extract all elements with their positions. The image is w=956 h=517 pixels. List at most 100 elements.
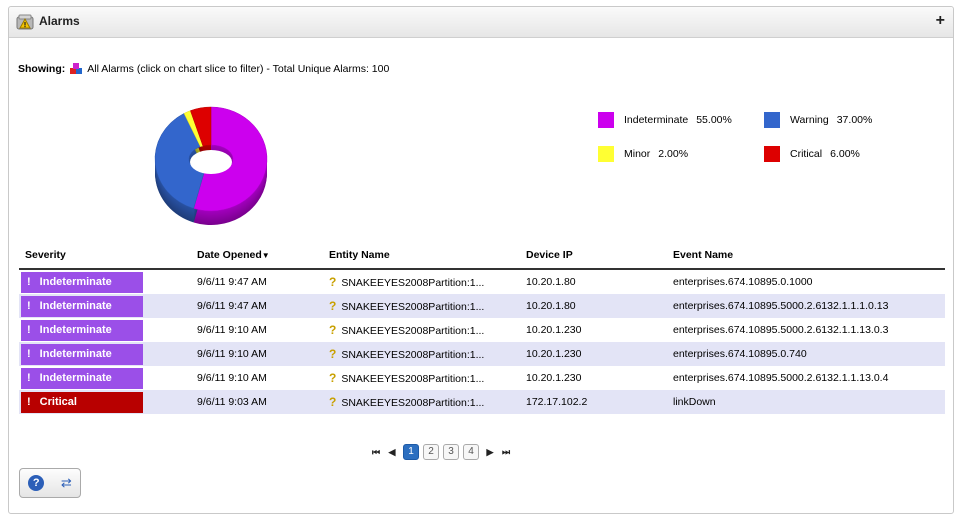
unknown-status-icon: ? xyxy=(329,323,337,337)
legend-label: Warning xyxy=(790,114,829,126)
alert-icon: ! xyxy=(27,300,31,312)
last-page-icon[interactable]: ⏭ xyxy=(501,447,511,458)
column-header-device-ip[interactable]: Device IP xyxy=(520,242,667,270)
alarms-table: Severity Date Opened▼ Entity Name Device… xyxy=(19,242,945,414)
severity-cell: ! Indeterminate xyxy=(19,269,191,294)
device-ip-cell: 10.20.1.230 xyxy=(526,372,582,384)
legend-percent: 55.00% xyxy=(696,114,732,126)
severity-badge: ! Indeterminate xyxy=(21,343,143,365)
alarm-summary: Showing: All Alarms (click on chart slic… xyxy=(18,63,389,75)
severity-donut-chart[interactable] xyxy=(141,95,281,235)
severity-cell: ! Critical xyxy=(19,390,191,414)
swap-arrows-icon[interactable]: ⇄ xyxy=(61,475,72,491)
table-header-row: Severity Date Opened▼ Entity Name Device… xyxy=(19,242,945,270)
column-header-event-name[interactable]: Event Name xyxy=(667,242,945,270)
date-opened-cell: 9/6/11 9:47 AM xyxy=(197,276,267,288)
severity-badge: ! Indeterminate xyxy=(21,319,143,341)
event-name-cell: enterprises.674.10895.0.740 xyxy=(667,342,945,366)
cubes-icon xyxy=(70,63,83,74)
bottom-toolbar: ? ⇄ xyxy=(19,468,81,498)
severity-cell: ! Indeterminate xyxy=(19,366,191,390)
event-name-cell: linkDown xyxy=(667,390,945,414)
alert-icon: ! xyxy=(27,276,31,288)
first-page-icon[interactable]: ⏮ xyxy=(371,447,381,458)
entity-name-cell: ? SNAKEEYES2008Partition:1... xyxy=(323,318,520,342)
entity-name-cell: ? SNAKEEYES2008Partition:1... xyxy=(323,269,520,294)
legend-item-critical[interactable]: Critical 6.00% xyxy=(764,146,860,162)
legend-item-indeterminate[interactable]: Indeterminate 55.00% xyxy=(598,112,732,128)
entity-name-cell: ? SNAKEEYES2008Partition:1... xyxy=(323,366,520,390)
table-row[interactable]: ! Indeterminate 9/6/11 9:10 AM? SNAKEEYES20… xyxy=(19,342,945,366)
date-opened-cell: 9/6/11 9:03 AM xyxy=(191,390,323,414)
column-header-severity[interactable]: Severity xyxy=(19,242,191,270)
device-ip-cell: 10.20.1.80 xyxy=(526,276,576,288)
page-numbers: 1234 xyxy=(403,444,479,460)
next-page-icon[interactable]: ▶ xyxy=(485,447,495,458)
entity-name-text: SNAKEEYES2008Partition:1... xyxy=(341,301,485,313)
unknown-status-icon: ? xyxy=(329,371,337,385)
entity-name-cell: ? SNAKEEYES2008Partition:1... xyxy=(323,342,520,366)
severity-label: Indeterminate xyxy=(39,372,112,384)
legend-percent: 37.00% xyxy=(836,114,873,126)
date-opened-cell: 9/6/11 9:47 AM xyxy=(191,294,323,318)
alarms-panel: Alarms + Showing: All Alarms (click on c… xyxy=(8,6,954,514)
summary-text: All Alarms (click on chart slice to filt… xyxy=(87,63,390,75)
column-label: Device IP xyxy=(526,249,573,261)
severity-badge: ! Critical xyxy=(21,391,143,413)
entity-name-cell: ? SNAKEEYES2008Partition:1... xyxy=(323,294,520,318)
severity-cell: ! Indeterminate xyxy=(19,294,191,318)
page-button-4[interactable]: 4 xyxy=(463,444,479,460)
summary-label: Showing: xyxy=(18,63,66,75)
legend-label: Minor xyxy=(624,148,651,160)
column-label: Date Opened xyxy=(197,249,262,261)
table-row[interactable]: ! Indeterminate 9/6/11 9:47 AM? SNAKEEYES20… xyxy=(19,294,945,318)
expand-button[interactable]: + xyxy=(936,12,945,30)
help-icon[interactable]: ? xyxy=(28,475,45,491)
sort-desc-icon: ▼ xyxy=(261,251,270,260)
event-name-cell: enterprises.674.10895.5000.2.6132.1.1.13… xyxy=(673,372,889,384)
column-header-entity-name[interactable]: Entity Name xyxy=(323,242,520,270)
alert-icon: ! xyxy=(27,324,31,336)
legend-item-warning[interactable]: Warning 37.00% xyxy=(764,112,872,128)
severity-label: Indeterminate xyxy=(39,348,112,360)
unknown-status-icon: ? xyxy=(329,299,337,313)
alert-icon: ! xyxy=(27,396,31,408)
legend-swatch xyxy=(598,112,614,128)
entity-name-text: SNAKEEYES2008Partition:1... xyxy=(341,349,485,361)
entity-name-text: SNAKEEYES2008Partition:1... xyxy=(341,277,485,289)
severity-label: Indeterminate xyxy=(39,276,112,288)
severity-label: Critical xyxy=(39,396,77,408)
prev-page-icon[interactable]: ◀ xyxy=(387,447,397,458)
table-row[interactable]: ! Critical 9/6/11 9:03 AM? SNAKEEYES2008Par… xyxy=(19,390,945,414)
alarm-bell-icon xyxy=(16,14,34,30)
page-button-1[interactable]: 1 xyxy=(403,444,419,460)
column-label: Event Name xyxy=(673,249,734,261)
severity-label: Indeterminate xyxy=(39,300,112,312)
legend-item-minor[interactable]: Minor 2.00% xyxy=(598,146,688,162)
column-label: Entity Name xyxy=(329,249,390,261)
column-header-date-opened[interactable]: Date Opened▼ xyxy=(191,242,323,270)
severity-label: Indeterminate xyxy=(39,324,112,336)
legend-percent: 2.00% xyxy=(658,148,689,160)
table-row[interactable]: ! Indeterminate 9/6/11 9:10 AM? SNAKEEYES20… xyxy=(19,318,945,342)
panel-title: Alarms xyxy=(39,14,80,28)
entity-name-text: SNAKEEYES2008Partition:1... xyxy=(341,373,485,385)
panel-titlebar: Alarms + xyxy=(9,7,953,38)
page-button-3[interactable]: 3 xyxy=(443,444,459,460)
alert-icon: ! xyxy=(27,348,31,360)
unknown-status-icon: ? xyxy=(329,395,337,409)
legend-label: Indeterminate xyxy=(624,114,689,126)
table-row[interactable]: ! Indeterminate 9/6/11 9:47 AM ? SNAKEEYES20… xyxy=(19,269,945,294)
unknown-status-icon: ? xyxy=(329,347,337,361)
legend-swatch xyxy=(598,146,614,162)
alert-icon: ! xyxy=(27,372,31,384)
event-name-cell: enterprises.674.10895.5000.2.6132.1.1.1.… xyxy=(667,294,945,318)
page-button-2[interactable]: 2 xyxy=(423,444,439,460)
donut-hole xyxy=(190,150,232,174)
entity-name-cell: ? SNAKEEYES2008Partition:1... xyxy=(323,390,520,414)
entity-name-text: SNAKEEYES2008Partition:1... xyxy=(341,397,485,409)
event-name-cell: enterprises.674.10895.5000.2.6132.1.1.13… xyxy=(673,324,889,336)
column-label: Severity xyxy=(25,249,66,261)
table-row[interactable]: ! Indeterminate 9/6/11 9:10 AM? SNAKEEYES20… xyxy=(19,366,945,390)
legend-percent: 6.00% xyxy=(830,148,860,160)
